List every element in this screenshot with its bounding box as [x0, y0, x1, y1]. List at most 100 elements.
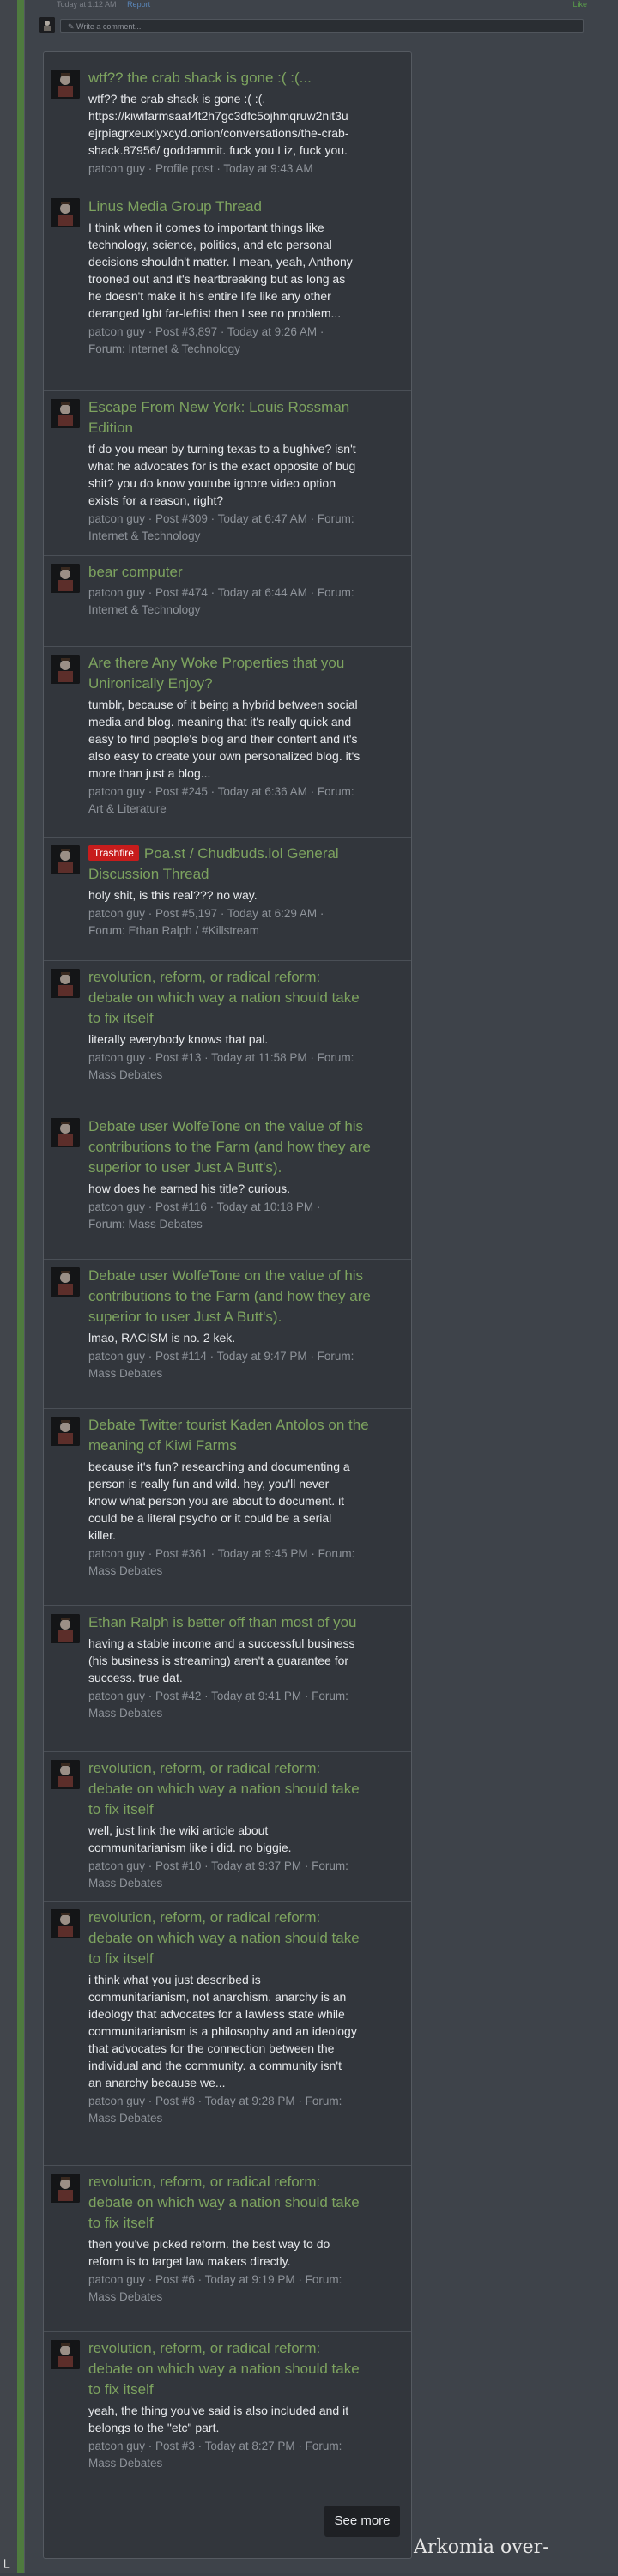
result-meta: patcon guy · Post #474 · Today at 6:44 A…	[88, 586, 354, 616]
comment-row: ✎ Write a comment...	[38, 15, 587, 36]
result-title[interactable]: revolution, reform, or radical reform: d…	[88, 2338, 404, 2400]
result-body: wtf?? the crab shack is gone :( :(... wtf…	[88, 68, 404, 178]
list-item[interactable]: revolution, reform, or radical reform: d…	[44, 1901, 411, 2166]
list-item[interactable]: revolution, reform, or radical reform: d…	[44, 960, 411, 1110]
list-item[interactable]: Debate user WolfeTone on the value of hi…	[44, 1110, 411, 1260]
result-snippet: i think what you just described is commu…	[88, 1973, 357, 2089]
left-margin	[0, 0, 17, 2573]
result-meta: patcon guy · Post #8 · Today at 9:28 PM …	[88, 2095, 342, 2125]
result-title[interactable]: revolution, reform, or radical reform: d…	[88, 967, 404, 1029]
result-body: revolution, reform, or radical reform: d…	[88, 1758, 404, 1892]
result-title-text[interactable]: Debate user WolfeTone on the value of hi…	[88, 1118, 371, 1176]
result-meta: patcon guy · Post #114 · Today at 9:47 P…	[88, 1350, 354, 1380]
result-meta: patcon guy · Post #361 · Today at 9:45 P…	[88, 1547, 355, 1577]
result-title[interactable]: Linus Media Group Thread	[88, 197, 404, 217]
list-item[interactable]: Are there Any Woke Properties that you U…	[44, 646, 411, 838]
avatar[interactable]	[51, 1417, 80, 1446]
result-meta: patcon guy · Post #5,197 · Today at 6:29…	[88, 907, 324, 937]
result-snippet: then you've picked reform. the best way …	[88, 2237, 330, 2268]
result-title[interactable]: revolution, reform, or radical reform: d…	[88, 1758, 404, 1820]
avatar[interactable]	[51, 1614, 80, 1643]
see-more-button[interactable]: See more	[324, 2506, 400, 2537]
result-meta: patcon guy · Post #13 · Today at 11:58 P…	[88, 1051, 354, 1081]
avatar[interactable]	[51, 2340, 80, 2369]
result-body: Escape From New York: Louis Rossman Edit…	[88, 397, 404, 545]
list-item[interactable]: revolution, reform, or radical reform: d…	[44, 1751, 411, 1902]
result-title-text[interactable]: revolution, reform, or radical reform: d…	[88, 1909, 360, 1967]
avatar[interactable]	[51, 399, 80, 428]
result-meta: patcon guy · Profile post · Today at 9:4…	[88, 162, 313, 175]
result-title-text[interactable]: revolution, reform, or radical reform: d…	[88, 2174, 360, 2231]
list-item[interactable]: Debate user WolfeTone on the value of hi…	[44, 1259, 411, 1409]
result-body: Debate user WolfeTone on the value of hi…	[88, 1266, 404, 1382]
result-title[interactable]: Debate user WolfeTone on the value of hi…	[88, 1266, 404, 1327]
result-title-text[interactable]: revolution, reform, or radical reform: d…	[88, 1760, 360, 1817]
result-title[interactable]: revolution, reform, or radical reform: d…	[88, 2172, 404, 2234]
result-title-text[interactable]: Escape From New York: Louis Rossman Edit…	[88, 399, 349, 436]
like-button[interactable]: Like	[573, 0, 587, 9]
result-title[interactable]: Trashfire Poa.st / Chudbuds.lol General D…	[88, 844, 404, 885]
result-body: Debate Twitter tourist Kaden Antolos on …	[88, 1415, 404, 1580]
list-item[interactable]: Linus Media Group Thread I think when it …	[44, 190, 411, 391]
result-body: bear computer patcon guy · Post #474 · To…	[88, 562, 404, 619]
post-meta: Today at 1:12 AM Report	[57, 0, 150, 9]
result-meta: patcon guy · Post #3 · Today at 8:27 PM …	[88, 2440, 342, 2470]
result-title-text[interactable]: Debate user WolfeTone on the value of hi…	[88, 1267, 371, 1325]
list-item[interactable]: Trashfire Poa.st / Chudbuds.lol General D…	[44, 837, 411, 961]
list-item[interactable]: Escape From New York: Louis Rossman Edit…	[44, 390, 411, 556]
result-title-text[interactable]: revolution, reform, or radical reform: d…	[88, 969, 360, 1026]
list-item[interactable]: wtf?? the crab shack is gone :( :(... wtf…	[44, 61, 411, 190]
post-timestamp: Today at 1:12 AM	[57, 0, 117, 9]
comment-input[interactable]: ✎ Write a comment...	[60, 19, 584, 33]
avatar[interactable]	[51, 564, 80, 593]
search-results-list: wtf?? the crab shack is gone :( :(... wtf…	[43, 51, 412, 2559]
avatar[interactable]	[51, 70, 80, 99]
result-snippet: yeah, the thing you've said is also incl…	[88, 2404, 349, 2434]
result-title[interactable]: bear computer	[88, 562, 404, 583]
avatar-image	[39, 17, 55, 33]
result-title-text[interactable]: Ethan Ralph is better off than most of y…	[88, 1614, 356, 1630]
result-title[interactable]: Escape From New York: Louis Rossman Edit…	[88, 397, 404, 438]
result-meta: patcon guy · Post #42 · Today at 9:41 PM…	[88, 1690, 348, 1720]
result-title-text[interactable]: revolution, reform, or radical reform: d…	[88, 2340, 360, 2398]
result-meta: patcon guy · Post #3,897 · Today at 9:26…	[88, 325, 324, 355]
result-title[interactable]: wtf?? the crab shack is gone :( :(...	[88, 68, 404, 88]
avatar[interactable]	[51, 845, 80, 874]
post-action-bar: Today at 1:12 AM Report Like	[38, 0, 587, 12]
avatar[interactable]	[51, 655, 80, 684]
result-snippet: lmao, RACISM is no. 2 kek.	[88, 1331, 236, 1345]
avatar[interactable]	[51, 1760, 80, 1789]
list-item[interactable]: Ethan Ralph is better off than most of y…	[44, 1605, 411, 1752]
result-meta: patcon guy · Post #245 · Today at 6:36 A…	[88, 785, 354, 815]
avatar[interactable]	[51, 1909, 80, 1938]
result-title-text[interactable]: Debate Twitter tourist Kaden Antolos on …	[88, 1417, 369, 1454]
result-body: Linus Media Group Thread I think when it …	[88, 197, 404, 358]
result-snippet: having a stable income and a successful …	[88, 1636, 355, 1684]
result-snippet: well, just link the wiki article about c…	[88, 1823, 292, 1854]
result-title[interactable]: revolution, reform, or radical reform: d…	[88, 1908, 404, 1969]
result-snippet: because it's fun? researching and docume…	[88, 1460, 350, 1542]
report-link[interactable]: Report	[127, 0, 150, 9]
result-title[interactable]: Are there Any Woke Properties that you U…	[88, 653, 404, 694]
list-item[interactable]: Debate Twitter tourist Kaden Antolos on …	[44, 1408, 411, 1606]
result-title-text[interactable]: bear computer	[88, 564, 183, 580]
list-item[interactable]: revolution, reform, or radical reform: d…	[44, 2331, 411, 2500]
avatar[interactable]	[51, 969, 80, 998]
result-title[interactable]: Debate Twitter tourist Kaden Antolos on …	[88, 1415, 404, 1456]
result-snippet: how does he earned his title? curious.	[88, 1182, 291, 1195]
result-title[interactable]: Ethan Ralph is better off than most of y…	[88, 1612, 404, 1633]
prefix-badge: Trashfire	[88, 845, 139, 861]
avatar[interactable]	[51, 2174, 80, 2203]
list-item[interactable]: revolution, reform, or radical reform: d…	[44, 2165, 411, 2332]
result-title-text[interactable]: Linus Media Group Thread	[88, 198, 262, 215]
avatar[interactable]	[51, 1118, 80, 1147]
result-title-text[interactable]: wtf?? the crab shack is gone :( :(...	[88, 70, 312, 86]
list-item[interactable]: bear computer patcon guy · Post #474 · To…	[44, 555, 411, 647]
result-title[interactable]: Debate user WolfeTone on the value of hi…	[88, 1116, 404, 1178]
result-body: Are there Any Woke Properties that you U…	[88, 653, 404, 818]
result-meta: patcon guy · Post #116 · Today at 10:18 …	[88, 1200, 321, 1231]
result-title-text[interactable]: Are there Any Woke Properties that you U…	[88, 655, 344, 692]
result-snippet: literally everybody knows that pal.	[88, 1032, 269, 1046]
avatar[interactable]	[51, 1267, 80, 1297]
avatar[interactable]	[51, 198, 80, 227]
